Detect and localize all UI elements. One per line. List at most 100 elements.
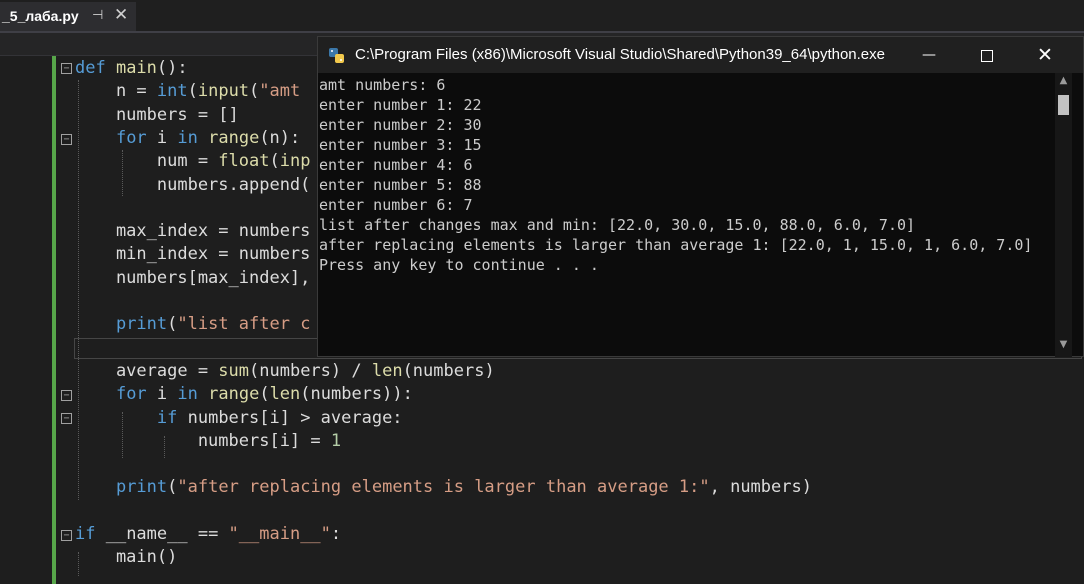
code-token: main bbox=[115, 58, 157, 78]
code-token: len bbox=[269, 384, 301, 405]
code-token: ( bbox=[187, 81, 198, 102]
code-token: sum bbox=[218, 360, 250, 381]
code-token: if bbox=[75, 524, 96, 544]
scroll-down-icon[interactable]: ▼ bbox=[1055, 339, 1072, 355]
code-token: max_index = numbers bbox=[75, 221, 311, 242]
scroll-thumb[interactable] bbox=[1058, 95, 1069, 115]
code-token: input bbox=[197, 81, 250, 102]
code-token: numbers[i] > average: bbox=[177, 407, 403, 428]
code-token: (): bbox=[156, 58, 188, 78]
fold-collapse-icon[interactable]: − bbox=[61, 413, 72, 424]
change-tracking-bar bbox=[52, 56, 56, 584]
code-token: ( bbox=[249, 81, 260, 102]
code-line[interactable]: def main(): bbox=[75, 57, 188, 80]
code-token: num = bbox=[75, 151, 219, 172]
maximize-button[interactable] bbox=[958, 37, 1016, 73]
fold-collapse-icon[interactable]: − bbox=[61, 390, 72, 401]
file-tab[interactable]: _5_лаба.py ⊣ ✕ bbox=[0, 2, 136, 32]
code-token: i bbox=[146, 384, 178, 405]
glyph-margin bbox=[0, 56, 22, 584]
code-token: ( bbox=[259, 384, 270, 405]
code-token: , numbers) bbox=[709, 477, 812, 498]
code-line[interactable]: if __name__ == "__main__": bbox=[75, 523, 341, 546]
code-line[interactable]: for i in range(n): bbox=[75, 127, 300, 150]
code-token: numbers[max_index], bbox=[75, 267, 311, 288]
code-token: if bbox=[156, 407, 178, 428]
code-line[interactable]: numbers[i] = 1 bbox=[75, 430, 341, 453]
code-token: numbers = [] bbox=[75, 104, 239, 125]
code-line[interactable]: print("list after c bbox=[75, 313, 311, 336]
code-line[interactable]: print("after replacing elements is large… bbox=[75, 476, 812, 499]
code-token: range bbox=[208, 127, 260, 148]
code-token: n = bbox=[75, 81, 157, 102]
code-token: for bbox=[115, 384, 147, 405]
pin-icon[interactable]: ⊣ bbox=[92, 8, 103, 23]
python-icon bbox=[329, 48, 344, 63]
code-token: (numbers) / bbox=[249, 360, 372, 381]
code-line[interactable]: min_index = numbers bbox=[75, 243, 310, 266]
code-token: (numbers)): bbox=[300, 384, 413, 405]
fold-collapse-icon[interactable]: − bbox=[61, 134, 72, 145]
code-token: def bbox=[75, 58, 116, 78]
minimize-button[interactable]: — bbox=[900, 37, 958, 73]
console-titlebar[interactable]: C:\Program Files (x86)\Microsoft Visual … bbox=[318, 37, 1083, 73]
code-line[interactable]: num = float(inp bbox=[75, 150, 311, 173]
code-token: len bbox=[371, 360, 403, 381]
scroll-up-icon[interactable]: ▲ bbox=[1055, 75, 1072, 91]
file-tab-title: _5_лаба.py bbox=[2, 8, 79, 24]
console-output-line: Press any key to continue . . . bbox=[319, 256, 599, 274]
editor-tab-strip: _5_лаба.py ⊣ ✕ bbox=[0, 0, 1084, 33]
code-line[interactable]: numbers.append( bbox=[75, 174, 311, 197]
code-token: ( bbox=[167, 314, 178, 335]
code-token: for bbox=[115, 127, 147, 148]
code-token: in bbox=[177, 384, 198, 405]
code-token: inp bbox=[279, 151, 311, 172]
code-token: "amt bbox=[259, 81, 301, 102]
code-line[interactable]: max_index = numbers bbox=[75, 220, 310, 243]
code-token: 1 bbox=[330, 430, 342, 451]
close-button[interactable]: ✕ bbox=[1016, 37, 1074, 73]
console-output: amt numbers: 6 enter number 1: 22 enter nu… bbox=[319, 75, 1054, 355]
code-token: : bbox=[330, 524, 342, 544]
maximize-icon bbox=[981, 49, 993, 62]
console-output-line: enter number 2: 30 bbox=[319, 116, 482, 134]
code-token: "after replacing elements is larger than… bbox=[177, 477, 710, 498]
code-token: "__main__" bbox=[228, 524, 331, 544]
code-token: print bbox=[115, 314, 168, 335]
code-line[interactable]: numbers = [] bbox=[75, 104, 239, 127]
code-token: main() bbox=[75, 547, 178, 568]
code-token: average = bbox=[75, 360, 219, 381]
code-token: ( bbox=[269, 151, 280, 172]
code-token: int bbox=[156, 81, 188, 102]
console-output-line: enter number 1: 22 bbox=[319, 96, 482, 114]
close-icon[interactable]: ✕ bbox=[114, 5, 128, 25]
console-output-line: after replacing elements is larger than … bbox=[319, 236, 1033, 254]
console-output-line: enter number 5: 88 bbox=[319, 176, 482, 194]
vertical-scrollbar[interactable]: ▲ ▼ bbox=[1055, 73, 1072, 357]
code-line[interactable]: main() bbox=[75, 546, 177, 569]
console-window[interactable]: C:\Program Files (x86)\Microsoft Visual … bbox=[317, 36, 1084, 357]
code-line[interactable]: if numbers[i] > average: bbox=[75, 407, 403, 430]
code-token: (numbers) bbox=[402, 360, 495, 381]
code-token: ( bbox=[167, 477, 178, 498]
fold-collapse-icon[interactable]: − bbox=[61, 63, 72, 74]
console-output-line: enter number 6: 7 bbox=[319, 196, 473, 214]
code-line[interactable]: for i in range(len(numbers)): bbox=[75, 383, 413, 406]
code-token: in bbox=[177, 127, 198, 148]
code-token: print bbox=[115, 477, 168, 498]
code-token: min_index = numbers bbox=[75, 244, 311, 265]
fold-collapse-icon[interactable]: − bbox=[61, 530, 72, 541]
code-token: i bbox=[146, 127, 178, 148]
code-line[interactable]: n = int(input("amt bbox=[75, 80, 300, 103]
code-token: numbers.append( bbox=[75, 174, 311, 195]
code-line[interactable]: average = sum(numbers) / len(numbers) bbox=[75, 360, 495, 383]
code-line[interactable]: numbers[max_index], bbox=[75, 267, 310, 290]
console-output-line: list after changes max and min: [22.0, 3… bbox=[319, 216, 916, 234]
code-token: float bbox=[218, 151, 270, 172]
